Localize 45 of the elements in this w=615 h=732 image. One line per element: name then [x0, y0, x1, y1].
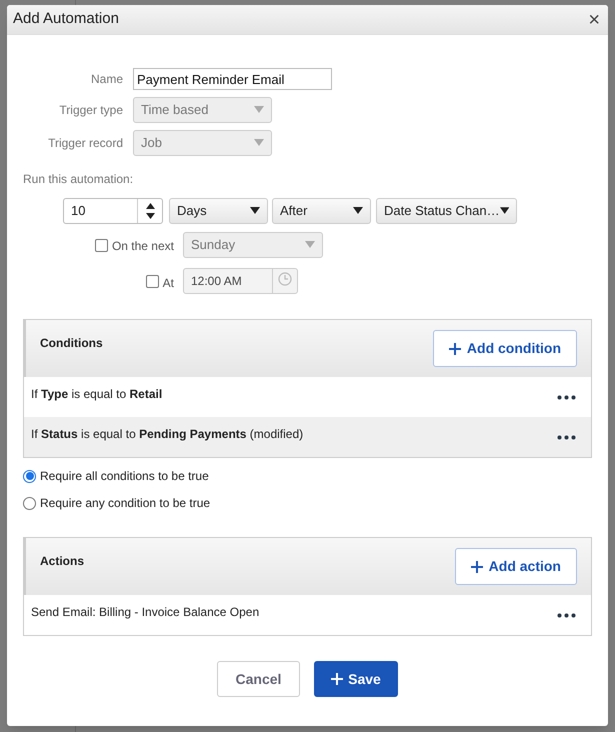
- dropdown[interactable]: Days: [169, 198, 268, 224]
- checkbox-label: On the next: [112, 238, 174, 255]
- close-button[interactable]: ×: [586, 10, 602, 30]
- plus-icon: [470, 560, 483, 572]
- row-text: If Type is equal to Retail: [31, 386, 162, 403]
- checkbox-label: At: [162, 275, 174, 292]
- caret-icon: [500, 207, 509, 215]
- caret-icon: [254, 139, 264, 147]
- caret-icon: [250, 207, 260, 215]
- checkbox[interactable]: [146, 274, 159, 288]
- dropdown[interactable]: Date Status Chan…: [376, 198, 517, 224]
- clock-icon: [278, 272, 292, 286]
- dropdown[interactable]: After: [272, 198, 371, 224]
- list-row[interactable]: If Status is equal to Pending Payments (modified): [24, 417, 591, 457]
- save-button[interactable]: Save: [314, 661, 398, 697]
- radio-label: Require any condition to be true: [40, 495, 210, 512]
- more-icon[interactable]: [557, 613, 576, 618]
- field-label: Name: [90, 71, 123, 88]
- radio-button[interactable]: [23, 496, 36, 510]
- caret-icon: [305, 241, 315, 249]
- row-text: If Status is equal to Pending Payments (modified): [31, 426, 304, 443]
- checkbox[interactable]: [94, 238, 108, 252]
- section-label: Run this automation:: [23, 171, 134, 188]
- number-field[interactable]: 10: [63, 198, 163, 224]
- more-icon[interactable]: [557, 395, 576, 400]
- radio-button[interactable]: [23, 470, 36, 482]
- plus-icon: [448, 342, 461, 354]
- field-label: Trigger record: [47, 135, 123, 152]
- text-field[interactable]: Payment Reminder Email: [133, 68, 332, 90]
- spinner-icon[interactable]: [146, 202, 154, 220]
- caret-icon: [254, 106, 264, 114]
- add-button[interactable]: Add action: [454, 548, 577, 585]
- add-button[interactable]: Add condition: [432, 330, 577, 367]
- panel-title: Actions: [40, 553, 84, 570]
- caret-icon: [353, 207, 363, 215]
- more-icon[interactable]: [557, 435, 576, 440]
- field-label: Trigger type: [58, 102, 123, 119]
- dropdown[interactable]: Sunday: [183, 232, 323, 258]
- row-text: Send Email: Billing - Invoice Balance Open: [31, 604, 260, 621]
- radio-label: Require all conditions to be true: [40, 468, 209, 485]
- time-field[interactable]: 12:00 AM: [183, 268, 298, 294]
- cancel-button[interactable]: Cancel: [217, 661, 300, 697]
- dialog-title: Add Automation: [13, 9, 119, 30]
- panel-title: Conditions: [40, 335, 103, 352]
- plus-icon: [331, 673, 344, 685]
